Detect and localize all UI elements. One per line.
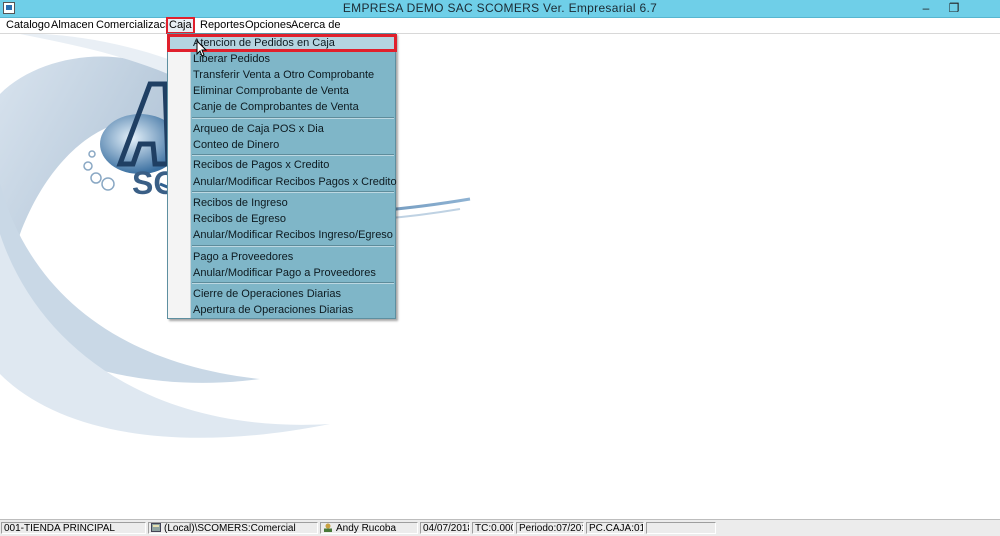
menu-item-pago-proveedores[interactable]: Pago a Proveedores [193, 250, 293, 264]
window-title: EMPRESA DEMO SAC SCOMERS Ver. Empresaria… [342, 1, 658, 15]
mouse-pointer-icon [196, 40, 208, 57]
status-date: 04/07/2018 [420, 522, 470, 534]
menu-item-cierre-operaciones[interactable]: Cierre de Operaciones Diarias [193, 287, 341, 301]
menu-separator [192, 117, 394, 119]
status-store: 001-TIENDA PRINCIPAL [1, 522, 146, 534]
status-database: (Local)\SCOMERS:Comercial [148, 522, 318, 534]
status-period: Periodo:07/2018 [516, 522, 584, 534]
menu-item-arqueo-caja[interactable]: Arqueo de Caja POS x Dia [193, 122, 324, 136]
status-terminal: PC.CAJA:01 [586, 522, 644, 534]
close-icon[interactable] [968, 0, 1000, 17]
menu-caja[interactable]: Caja [166, 17, 195, 34]
menu-item-recibos-egreso[interactable]: Recibos de Egreso [193, 212, 286, 226]
menu-item-canje-comprobantes[interactable]: Canje de Comprobantes de Venta [193, 100, 359, 114]
menu-separator [192, 282, 394, 284]
menu-item-transferir-venta[interactable]: Transferir Venta a Otro Comprobante [193, 68, 374, 82]
menu-almacen[interactable]: Almacen [50, 19, 95, 32]
menu-item-anular-recibos-pagos[interactable]: Anular/Modificar Recibos Pagos x Credito [193, 175, 397, 189]
status-database-label: (Local)\SCOMERS:Comercial [164, 523, 296, 534]
user-icon [324, 523, 332, 532]
menu-item-conteo-dinero[interactable]: Conteo de Dinero [193, 138, 279, 152]
menu-item-recibos-ingreso[interactable]: Recibos de Ingreso [193, 196, 288, 210]
menu-catalogo[interactable]: Catalogo [5, 19, 51, 32]
database-icon [151, 523, 161, 532]
menu-bar: Catalogo Almacen Comercializacion Caja R… [0, 17, 1000, 34]
menu-separator [192, 245, 394, 247]
status-user-label: Andy Rucoba [336, 523, 397, 534]
menu-gutter [168, 34, 191, 318]
menu-item-anular-pago-proveedores[interactable]: Anular/Modificar Pago a Proveedores [193, 266, 376, 280]
restore-icon[interactable]: ❐ [940, 0, 968, 17]
workspace: SCO [0, 34, 1000, 519]
menu-item-recibos-pagos-credito[interactable]: Recibos de Pagos x Credito [193, 158, 329, 172]
menu-item-anular-recibos-ingreso-egreso[interactable]: Anular/Modificar Recibos Ingreso/Egreso [193, 228, 393, 242]
minimize-icon[interactable]: – [912, 0, 940, 17]
status-exchange-rate: TC:0.000 [472, 522, 514, 534]
menu-acerca-de[interactable]: Acerca de [290, 19, 342, 32]
menu-opciones[interactable]: Opciones [244, 19, 292, 32]
title-bar: EMPRESA DEMO SAC SCOMERS Ver. Empresaria… [0, 0, 1000, 18]
menu-reportes[interactable]: Reportes [199, 19, 246, 32]
menu-separator [192, 191, 394, 193]
status-bar: 001-TIENDA PRINCIPAL (Local)\SCOMERS:Com… [0, 519, 1000, 536]
menu-item-apertura-operaciones[interactable]: Apertura de Operaciones Diarias [193, 303, 353, 317]
status-empty-panel [646, 522, 716, 534]
caja-dropdown-menu: Atencion de Pedidos en Caja Liberar Pedi… [167, 33, 397, 319]
menu-item-eliminar-comprobante[interactable]: Eliminar Comprobante de Venta [193, 84, 349, 98]
menu-separator [192, 154, 394, 156]
status-user: Andy Rucoba [320, 522, 418, 534]
